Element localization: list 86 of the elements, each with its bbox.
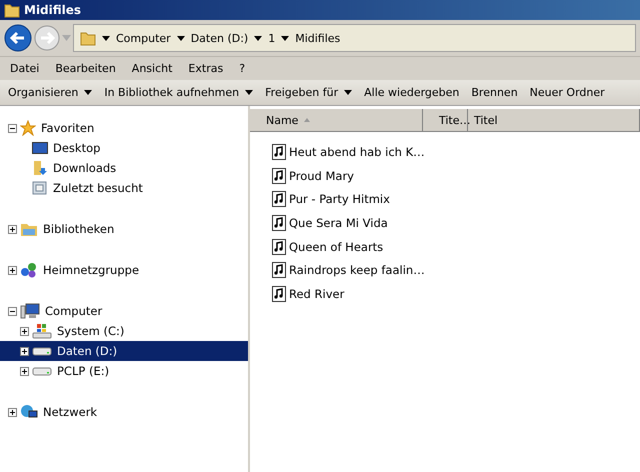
tree-item-label: Desktop xyxy=(52,141,102,155)
tree-item-label: System (C:) xyxy=(56,324,126,338)
tree-item[interactable]: Desktop xyxy=(0,138,248,158)
folder-icon xyxy=(80,30,96,46)
homegroup-icon xyxy=(20,262,38,278)
column-header[interactable]: Titel xyxy=(468,109,640,131)
breadcrumb[interactable]: Daten (D:) xyxy=(190,32,248,44)
breadcrumb[interactable]: Computer xyxy=(116,32,171,44)
file-name[interactable]: Queen of Hearts xyxy=(289,240,384,254)
drive-icon xyxy=(32,366,52,376)
music-file-icon xyxy=(272,144,286,160)
menu-item[interactable]: ? xyxy=(231,60,254,77)
tree-item[interactable]: System (C:) xyxy=(0,321,248,341)
folder-icon xyxy=(4,2,20,18)
tree-item[interactable]: Computer xyxy=(0,301,248,321)
music-file-icon xyxy=(272,191,286,208)
tree-item-label: Heimnetzgruppe xyxy=(42,263,140,277)
tree-item[interactable]: Netzwerk xyxy=(0,402,248,422)
caret-icon xyxy=(176,36,185,40)
music-file-icon xyxy=(272,286,286,302)
star-icon xyxy=(20,120,36,136)
file-name[interactable]: Raindrops keep faalin… xyxy=(289,263,425,278)
library-folder-icon xyxy=(20,221,38,237)
menu-item[interactable]: Ansicht xyxy=(124,60,180,77)
tree-item-label: Daten (D:) xyxy=(56,344,118,358)
column-header[interactable]: Tite… xyxy=(423,109,468,131)
tree-item-label: Downloads xyxy=(52,161,118,175)
file-name[interactable]: Proud Mary xyxy=(289,168,354,183)
folder-arrow-icon xyxy=(32,160,48,176)
collapse-icon[interactable] xyxy=(8,306,17,316)
toolbar-button[interactable]: Freigeben für xyxy=(259,84,358,101)
tree-item-label: Zuletzt besucht xyxy=(52,181,144,195)
expand-icon[interactable] xyxy=(8,224,17,234)
window-title: Midifiles xyxy=(24,3,82,17)
file-name[interactable]: Red River xyxy=(289,286,344,301)
file-name[interactable]: Pur - Party Hitmix xyxy=(289,192,390,206)
toolbar-button[interactable]: Alle wiedergeben xyxy=(358,84,466,101)
system-drive-icon xyxy=(32,323,52,339)
caret-icon xyxy=(84,90,92,95)
music-file-icon xyxy=(272,214,286,231)
toolbar-button[interactable]: Organisieren xyxy=(2,84,98,101)
file-name[interactable]: Heut abend hab ich K… xyxy=(289,144,425,159)
expand-icon[interactable] xyxy=(8,266,17,274)
tree-item-label: PCLP (E:) xyxy=(56,364,110,378)
monitor-icon xyxy=(32,141,48,155)
column-header[interactable]: Name xyxy=(250,109,423,131)
menu-item[interactable]: Extras xyxy=(180,60,232,77)
tree-item[interactable]: Daten (D:) xyxy=(0,341,248,361)
tree-item-label: Computer xyxy=(44,304,104,318)
tree-item[interactable]: Zuletzt besucht xyxy=(0,178,248,198)
collapse-icon[interactable] xyxy=(8,124,17,132)
caret-icon xyxy=(245,90,254,95)
tree-item[interactable]: PCLP (E:) xyxy=(0,361,248,381)
tree-item[interactable]: Bibliotheken xyxy=(0,219,248,239)
caret-icon xyxy=(254,36,262,40)
expand-icon[interactable] xyxy=(20,366,29,376)
toolbar-button[interactable]: Brennen xyxy=(465,84,524,101)
tree-item-label: Favoriten xyxy=(40,121,96,135)
music-file-icon xyxy=(272,238,286,255)
music-file-icon xyxy=(272,168,286,184)
tree-item[interactable]: Heimnetzgruppe xyxy=(0,260,248,280)
tree-item[interactable]: Favoriten xyxy=(0,118,248,138)
menu-item[interactable]: Datei xyxy=(2,60,48,77)
back-button[interactable] xyxy=(4,24,32,52)
address-bar[interactable]: Computer Daten (D:) 1 Midifiles xyxy=(73,24,636,52)
tree-item[interactable]: Downloads xyxy=(0,158,248,178)
breadcrumb[interactable]: Midifiles xyxy=(295,32,340,44)
file-name[interactable]: Que Sera Mi Vida xyxy=(289,216,388,230)
sort-arrow-icon xyxy=(304,118,310,122)
recent-places-icon xyxy=(32,180,48,196)
tree-item-label: Netzwerk xyxy=(42,405,98,419)
computer-icon xyxy=(20,303,40,319)
music-file-icon xyxy=(272,262,286,278)
drive-icon xyxy=(32,346,52,356)
breadcrumb[interactable]: 1 xyxy=(268,32,276,44)
expand-icon[interactable] xyxy=(20,346,29,356)
toolbar-button[interactable]: In Bibliothek aufnehmen xyxy=(98,84,260,101)
expand-icon[interactable] xyxy=(8,408,17,416)
menu-item[interactable]: Bearbeiten xyxy=(47,60,124,77)
toolbar-button[interactable]: Neuer Ordner xyxy=(524,84,611,101)
caret-icon xyxy=(344,90,352,95)
caret-icon xyxy=(281,36,290,40)
tree-item-label: Bibliotheken xyxy=(42,222,116,236)
caret-icon xyxy=(102,36,110,40)
expand-icon[interactable] xyxy=(20,326,29,336)
network-icon xyxy=(20,404,38,420)
